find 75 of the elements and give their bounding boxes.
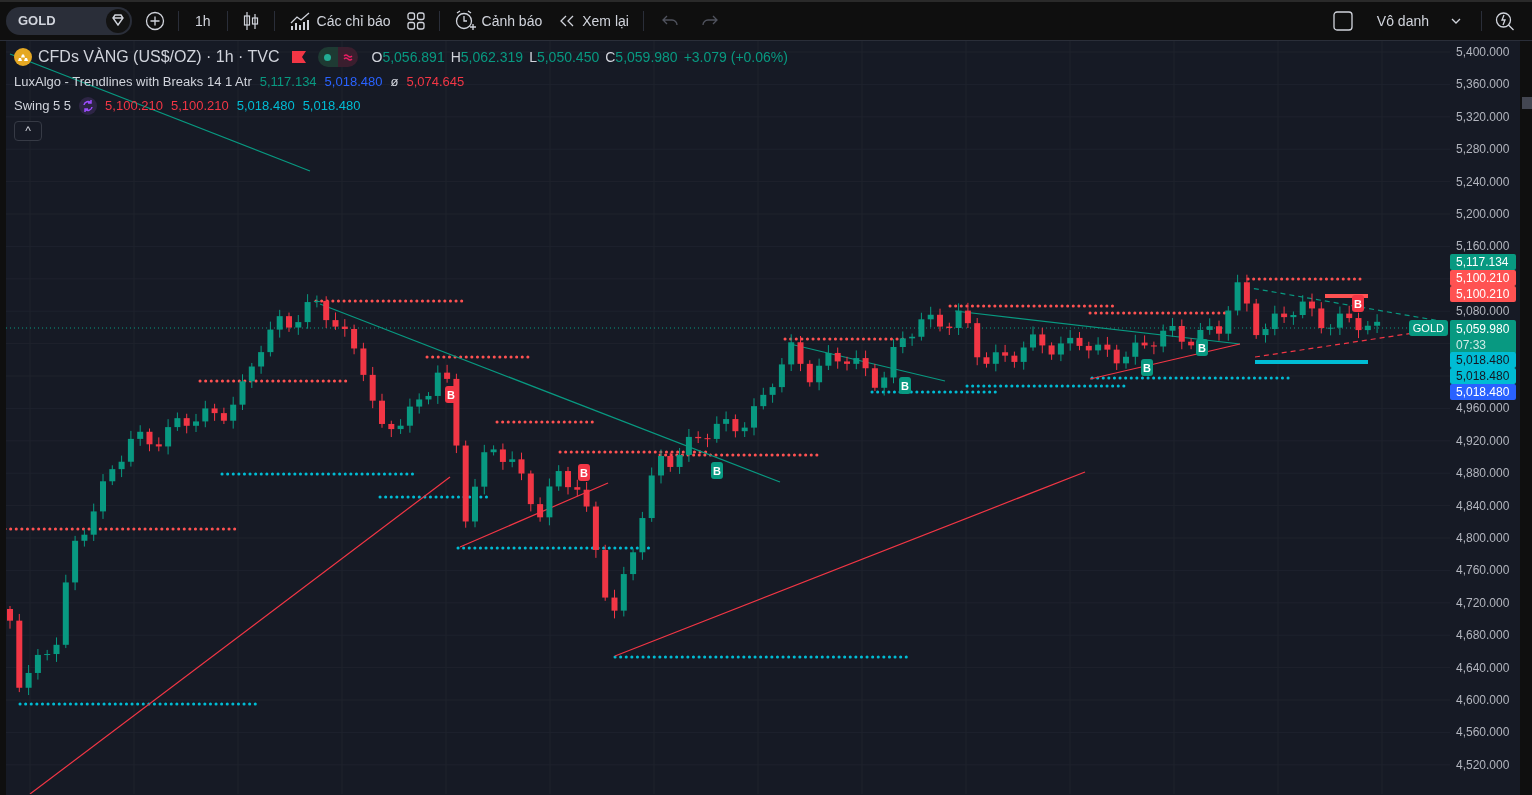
chart-title: CFDs VÀNG (US$/OZ) · 1h · TVC: [38, 46, 280, 67]
price-axis-label: 4,640.000: [1456, 660, 1510, 675]
price-tag: 5,117.134: [1450, 254, 1516, 270]
ohlc-value: L5,050.450: [529, 47, 600, 67]
layout-name-dropdown[interactable]: Vô danh: [1370, 6, 1467, 36]
alert-button[interactable]: Cảnh báo: [447, 6, 549, 36]
flag-icon[interactable]: [291, 51, 306, 63]
price-axis-label: 5,400.000: [1456, 45, 1510, 59]
coin-icon: [14, 48, 32, 66]
alarm-clock-icon: [453, 10, 476, 32]
break-label: B: [1141, 359, 1153, 376]
search-icon: [1495, 11, 1515, 31]
price-axis-label: 4,960.000: [1456, 401, 1510, 416]
chevron-down-icon: [1451, 18, 1461, 24]
price-axis-label: 5,240.000: [1456, 174, 1510, 189]
indicator-value: 5,100.210: [170, 97, 229, 116]
price-axis-label: 4,600.000: [1456, 693, 1510, 707]
wave-icon: [342, 53, 353, 61]
price-axis-label: 5,360.000: [1456, 77, 1510, 92]
indicator-value: 5,117.134: [259, 73, 317, 92]
resistance-level-line: [1325, 294, 1368, 298]
price-axis-label: 4,720.000: [1456, 595, 1510, 610]
price-axis-label: 4,680.000: [1456, 628, 1510, 643]
indicator-value: 5,018.480: [302, 97, 361, 116]
price-line-label: GOLD: [1408, 320, 1448, 336]
interval-button[interactable]: 1h: [187, 6, 219, 36]
gem-icon: [106, 9, 130, 33]
redo-icon: [700, 14, 719, 28]
price-tag: 5,100.210: [1450, 270, 1516, 286]
price-axis-label: 4,880.000: [1456, 466, 1510, 481]
break-label: B: [1196, 339, 1208, 356]
ohlc-value: O5,056.891: [371, 47, 445, 67]
price-change: +3.079 (+0.06%): [683, 47, 788, 67]
indicator-value: 5,018.480: [236, 97, 295, 116]
price-axis-label: 4,520.000: [1456, 757, 1510, 772]
price-axis-label: 4,760.000: [1456, 563, 1510, 578]
price-tag: 5,018.480: [1450, 368, 1516, 384]
refresh-icon[interactable]: [79, 97, 98, 115]
grid-icon: [406, 12, 425, 30]
break-label: B: [445, 386, 457, 403]
price-axis-label: 4,560.000: [1456, 725, 1510, 740]
undo-icon: [660, 14, 679, 28]
indicator-name: Swing 5 5: [14, 97, 72, 116]
indicators-button[interactable]: Các chỉ báo: [282, 6, 397, 36]
market-status-pill[interactable]: [317, 47, 358, 67]
candlestick-icon: [241, 11, 260, 31]
indicator-value: 5,018.480: [324, 73, 383, 92]
indicator-value: ø: [390, 73, 399, 92]
break-label: B: [1352, 295, 1364, 312]
price-tag: 5,018.480: [1450, 384, 1516, 400]
price-tag: 5,018.480: [1450, 352, 1516, 368]
symbol-search-button[interactable]: GOLD: [6, 7, 132, 35]
price-axis-label: 5,280.000: [1456, 142, 1510, 157]
price-tag: 5,100.210: [1450, 286, 1516, 302]
price-axis-label: 4,840.000: [1456, 498, 1510, 513]
break-label: B: [578, 464, 590, 481]
price-axis-label: 5,080.000: [1456, 304, 1510, 319]
price-axis-label: 5,160.000: [1456, 239, 1510, 254]
price-axis-label: 5,320.000: [1456, 109, 1510, 124]
price-tag: 5,059.980 07:33: [1450, 320, 1516, 354]
price-axis-label: 4,920.000: [1456, 433, 1510, 448]
layout-square-icon[interactable]: [1332, 11, 1353, 31]
replay-button[interactable]: Xem lại: [552, 6, 635, 36]
ohlc-value: H5,062.319: [450, 47, 524, 67]
break-label: B: [899, 377, 911, 394]
price-axis-label: 4,800.000: [1456, 531, 1510, 545]
indicator-value: 5,074.645: [406, 73, 465, 92]
indicator-value: 5,100.210: [105, 97, 163, 116]
collapse-legend-button[interactable]: ^: [14, 121, 42, 141]
chart-icon: [288, 11, 311, 31]
price-axis-label: 5,200.000: [1456, 207, 1510, 221]
scrollbar-thumb[interactable]: [1522, 97, 1532, 109]
plus-icon: [145, 11, 165, 31]
break-label: B: [711, 462, 723, 479]
ohlc-value: C5,059.980: [605, 47, 678, 67]
